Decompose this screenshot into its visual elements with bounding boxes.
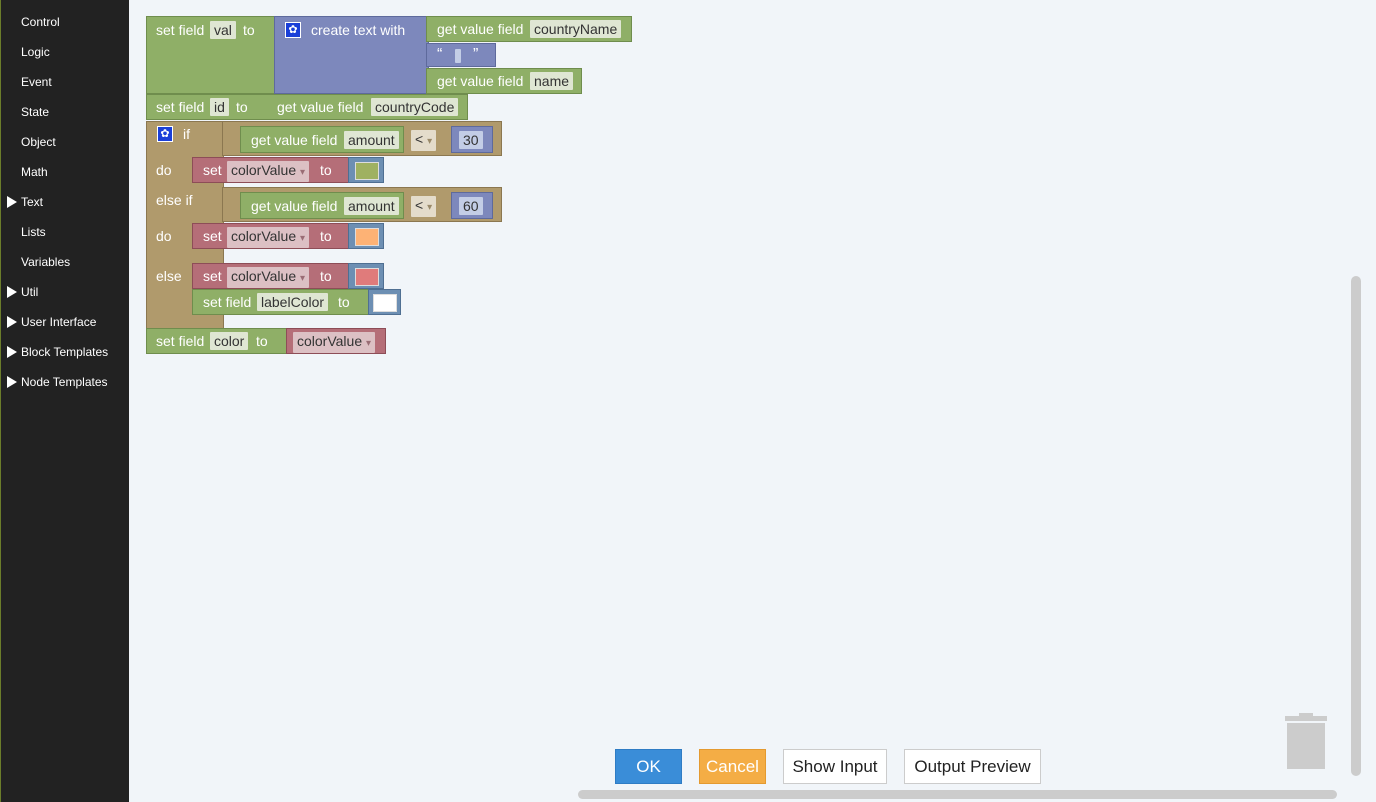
number-block[interactable]: 60 bbox=[451, 192, 493, 219]
get-colorvalue-block[interactable]: colorValue ▾ bbox=[286, 328, 386, 354]
empty-text-field[interactable] bbox=[455, 49, 461, 63]
category-node-templates[interactable]: Node Templates bbox=[7, 372, 108, 392]
number-block[interactable]: 30 bbox=[451, 126, 493, 153]
category-logic[interactable]: Logic bbox=[21, 42, 50, 62]
expand-triangle-icon bbox=[7, 286, 17, 298]
vertical-scrollbar-track bbox=[1363, 0, 1376, 802]
variable-dropdown[interactable]: colorValue ▾ bbox=[293, 332, 376, 353]
ok-button[interactable]: OK bbox=[615, 749, 682, 784]
field-amount[interactable]: amount bbox=[344, 197, 399, 215]
color-swatch-2[interactable] bbox=[355, 228, 379, 246]
set-field-val-block[interactable]: set field val to bbox=[146, 16, 276, 94]
set-colorvalue-block[interactable]: set colorValue ▾ to bbox=[192, 157, 350, 183]
set-field-id-block[interactable]: set field id to get value field countryC… bbox=[146, 94, 468, 120]
color-block[interactable] bbox=[348, 223, 384, 249]
field-name-val[interactable]: val bbox=[210, 21, 236, 39]
get-value-field-block[interactable]: get value field name bbox=[426, 68, 582, 94]
field-name-id[interactable]: id bbox=[210, 98, 229, 116]
get-value-field-block[interactable]: get value field amount bbox=[240, 192, 404, 219]
category-block-templates[interactable]: Block Templates bbox=[7, 342, 108, 362]
operator-dropdown[interactable]: < ▾ bbox=[411, 196, 437, 217]
set-field-labelcolor-block[interactable]: set field labelColor to bbox=[192, 289, 370, 315]
color-swatch-4[interactable] bbox=[373, 294, 397, 312]
create-text-with-block[interactable]: ✿ create text with bbox=[274, 16, 429, 94]
text-literal-block[interactable]: “ ” bbox=[426, 43, 496, 67]
category-object[interactable]: Object bbox=[21, 132, 56, 152]
gear-icon[interactable]: ✿ bbox=[285, 22, 301, 38]
category-util[interactable]: Util bbox=[7, 282, 38, 302]
category-state[interactable]: State bbox=[21, 102, 49, 122]
set-colorvalue-block[interactable]: set colorValue ▾ to bbox=[192, 263, 350, 289]
number-field[interactable]: 30 bbox=[459, 131, 483, 149]
compare-block[interactable]: get value field amount < ▾ 60 bbox=[222, 187, 502, 222]
set-field-color-block[interactable]: set field color to bbox=[146, 328, 288, 354]
color-block[interactable] bbox=[368, 289, 401, 315]
horizontal-scrollbar[interactable] bbox=[578, 790, 1337, 799]
operator-dropdown[interactable]: < ▾ bbox=[411, 130, 437, 151]
color-swatch-1[interactable] bbox=[355, 162, 379, 180]
trash-icon[interactable] bbox=[1285, 713, 1327, 771]
expand-triangle-icon bbox=[7, 346, 17, 358]
field-countrycode[interactable]: countryCode bbox=[371, 98, 459, 116]
variable-dropdown[interactable]: colorValue ▾ bbox=[227, 227, 310, 248]
compare-block[interactable]: get value field amount < ▾ 30 bbox=[222, 121, 502, 156]
expand-triangle-icon bbox=[7, 316, 17, 328]
variable-dropdown[interactable]: colorValue ▾ bbox=[227, 267, 310, 288]
expand-triangle-icon bbox=[7, 376, 17, 388]
vertical-scrollbar[interactable] bbox=[1351, 276, 1361, 776]
trash-icon-graphic bbox=[1285, 713, 1327, 769]
number-field[interactable]: 60 bbox=[459, 197, 483, 215]
category-variables[interactable]: Variables bbox=[21, 252, 70, 272]
set-colorvalue-block[interactable]: set colorValue ▾ to bbox=[192, 223, 350, 249]
field-name-labelcolor[interactable]: labelColor bbox=[257, 293, 329, 311]
output-preview-button[interactable]: Output Preview bbox=[904, 749, 1041, 784]
gear-icon[interactable]: ✿ bbox=[157, 126, 173, 142]
toolbox-sidebar: Control Logic Event State Object Math Te… bbox=[0, 0, 129, 802]
get-value-field-block[interactable]: get value field countryName bbox=[426, 16, 632, 42]
show-input-button[interactable]: Show Input bbox=[783, 749, 887, 784]
color-block[interactable] bbox=[348, 263, 384, 289]
category-user-interface[interactable]: User Interface bbox=[7, 312, 96, 332]
field-name[interactable]: name bbox=[530, 72, 574, 90]
category-math[interactable]: Math bbox=[21, 162, 48, 182]
variable-dropdown[interactable]: colorValue ▾ bbox=[227, 161, 310, 182]
category-control[interactable]: Control bbox=[21, 12, 60, 32]
blockly-workspace[interactable]: set field val to ✿ create text with get … bbox=[129, 0, 1363, 802]
category-lists[interactable]: Lists bbox=[21, 222, 46, 242]
color-swatch-3[interactable] bbox=[355, 268, 379, 286]
expand-triangle-icon bbox=[7, 196, 17, 208]
cancel-button[interactable]: Cancel bbox=[699, 749, 766, 784]
field-name-color[interactable]: color bbox=[210, 332, 249, 350]
get-value-field-block[interactable]: get value field amount bbox=[240, 126, 404, 153]
field-amount[interactable]: amount bbox=[344, 131, 399, 149]
color-block[interactable] bbox=[348, 157, 384, 183]
category-event[interactable]: Event bbox=[21, 72, 52, 92]
field-countryname[interactable]: countryName bbox=[530, 20, 622, 38]
category-text[interactable]: Text bbox=[7, 192, 43, 212]
